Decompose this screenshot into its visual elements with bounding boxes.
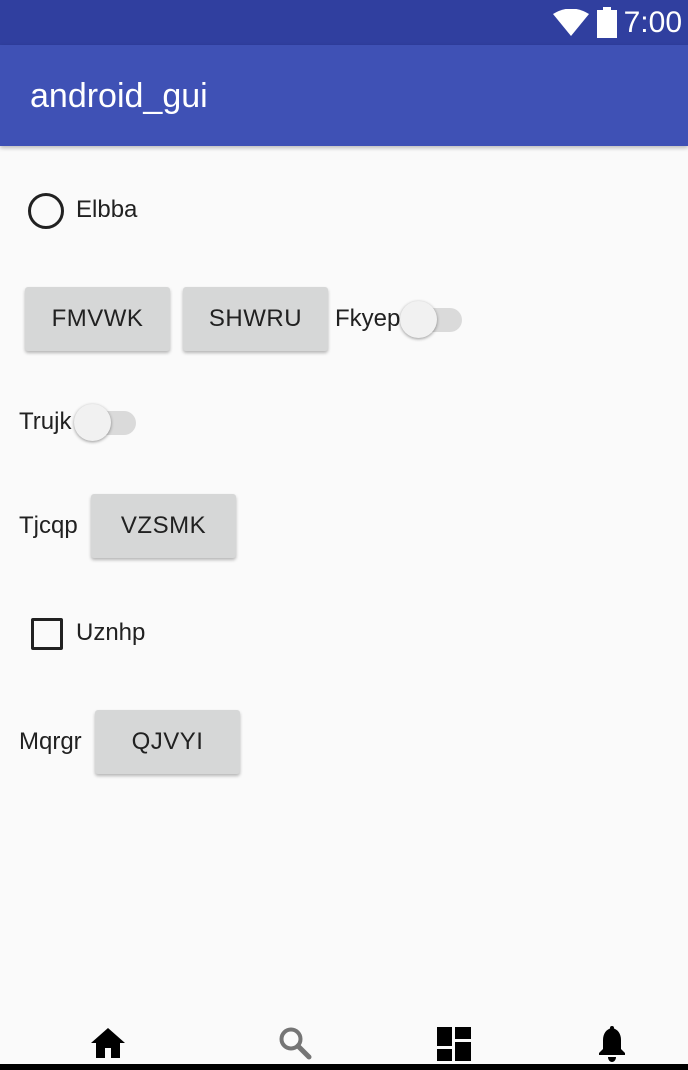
notifications-icon[interactable]: [597, 1026, 627, 1062]
qjvyi-button[interactable]: QJVYI: [95, 710, 240, 774]
fkyep-label: Fkyep: [335, 305, 401, 332]
checkbox-box[interactable]: [31, 618, 63, 650]
fkyep-switch[interactable]: [400, 300, 466, 340]
bottom-navigation: [0, 1012, 688, 1070]
radio-label: Elbba: [76, 196, 138, 223]
bottom-edge: [0, 1064, 688, 1070]
tjcqp-label: Tjcqp: [19, 512, 78, 539]
checkbox-uznhp[interactable]: Uznhp: [31, 616, 151, 652]
status-time: 7:00: [623, 6, 682, 39]
dashboard-icon[interactable]: [437, 1027, 471, 1061]
mqrgr-label: Mqrgr: [19, 728, 82, 755]
wifi-icon: [553, 9, 589, 36]
checkbox-label: Uznhp: [76, 619, 146, 646]
app-title: android_gui: [30, 77, 208, 115]
radio-circle[interactable]: [28, 193, 64, 229]
battery-icon: [597, 7, 617, 38]
search-icon[interactable]: [278, 1026, 312, 1060]
trujk-label: Trujk: [19, 408, 72, 435]
vzsmk-button[interactable]: VZSMK: [91, 494, 236, 558]
home-icon[interactable]: [90, 1027, 126, 1059]
radio-elbba[interactable]: Elbba: [28, 192, 148, 230]
fmvwk-button[interactable]: FMVWK: [25, 287, 170, 351]
shwru-button[interactable]: SHWRU: [183, 287, 328, 351]
app-bar: android_gui: [0, 45, 688, 146]
switch-thumb[interactable]: [74, 404, 111, 441]
status-bar: 7:00: [0, 0, 688, 45]
switch-thumb[interactable]: [400, 301, 437, 338]
trujk-switch[interactable]: [74, 403, 140, 443]
